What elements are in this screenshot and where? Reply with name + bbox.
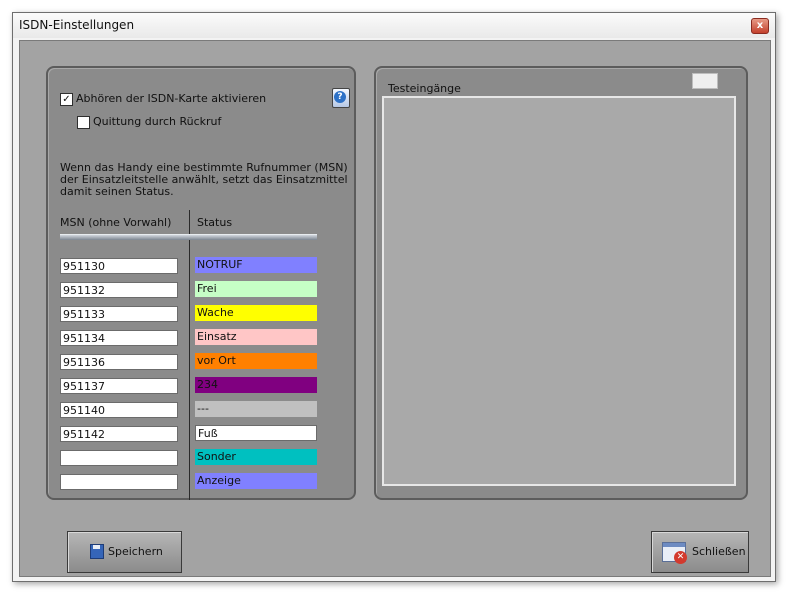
msn-input-9[interactable]: [60, 450, 178, 466]
column-divider: [189, 210, 190, 500]
help-icon[interactable]: ?: [332, 88, 350, 108]
test-inputs-log[interactable]: [382, 96, 736, 486]
msn-input-4[interactable]: 951134: [60, 330, 178, 346]
status-field-5[interactable]: vor Ort: [195, 353, 317, 369]
status-column-header: Status: [197, 216, 233, 229]
title-bar: ISDN-Einstellungen x: [13, 13, 775, 38]
msn-input-8[interactable]: 951142: [60, 426, 178, 442]
save-button-label: Speichern: [108, 545, 163, 558]
status-field-3[interactable]: Wache: [195, 305, 317, 321]
header-separator: [60, 234, 317, 240]
save-button[interactable]: Speichern: [67, 531, 182, 573]
isdn-options-panel: ✓ Abhören der ISDN-Karte aktivieren Quit…: [46, 66, 356, 500]
status-field-7[interactable]: ---: [195, 401, 317, 417]
window-close-button[interactable]: x: [751, 18, 769, 34]
msn-input-2[interactable]: 951132: [60, 282, 178, 298]
status-field-4[interactable]: Einsatz: [195, 329, 317, 345]
test-inputs-title: Testeingänge: [388, 82, 461, 95]
dialog-body: ✓ Abhören der ISDN-Karte aktivieren Quit…: [19, 40, 771, 577]
msn-input-10[interactable]: [60, 474, 178, 490]
isdn-listen-checkbox[interactable]: ✓: [60, 93, 73, 106]
floppy-disk-icon: [90, 544, 104, 559]
test-indicator: [692, 73, 718, 89]
close-button[interactable]: ✕ Schließen: [651, 531, 749, 573]
isdn-settings-window: ISDN-Einstellungen x ✓ Abhören der ISDN-…: [12, 12, 776, 582]
callback-ack-checkbox[interactable]: [77, 116, 90, 129]
close-window-icon: ✕: [662, 542, 687, 564]
status-field-6[interactable]: 234: [195, 377, 317, 393]
msn-input-5[interactable]: 951136: [60, 354, 178, 370]
msn-description: Wenn das Handy eine bestimmte Rufnummer …: [60, 161, 348, 198]
msn-input-1[interactable]: 951130: [60, 258, 178, 274]
close-button-label: Schließen: [692, 545, 746, 558]
isdn-listen-label: Abhören der ISDN-Karte aktivieren: [76, 92, 267, 105]
msn-input-7[interactable]: 951140: [60, 402, 178, 418]
status-field-8[interactable]: Fuß: [195, 425, 317, 441]
msn-input-6[interactable]: 951137: [60, 378, 178, 394]
msn-column-header: MSN (ohne Vorwahl): [60, 216, 172, 229]
window-title: ISDN-Einstellungen: [19, 18, 135, 32]
callback-ack-label: Quittung durch Rückruf: [93, 115, 222, 128]
status-field-10[interactable]: Anzeige: [195, 473, 317, 489]
status-field-1[interactable]: NOTRUF: [195, 257, 317, 273]
status-field-9[interactable]: Sonder: [195, 449, 317, 465]
msn-input-3[interactable]: 951133: [60, 306, 178, 322]
status-field-2[interactable]: Frei: [195, 281, 317, 297]
test-inputs-panel: Testeingänge: [374, 66, 748, 500]
